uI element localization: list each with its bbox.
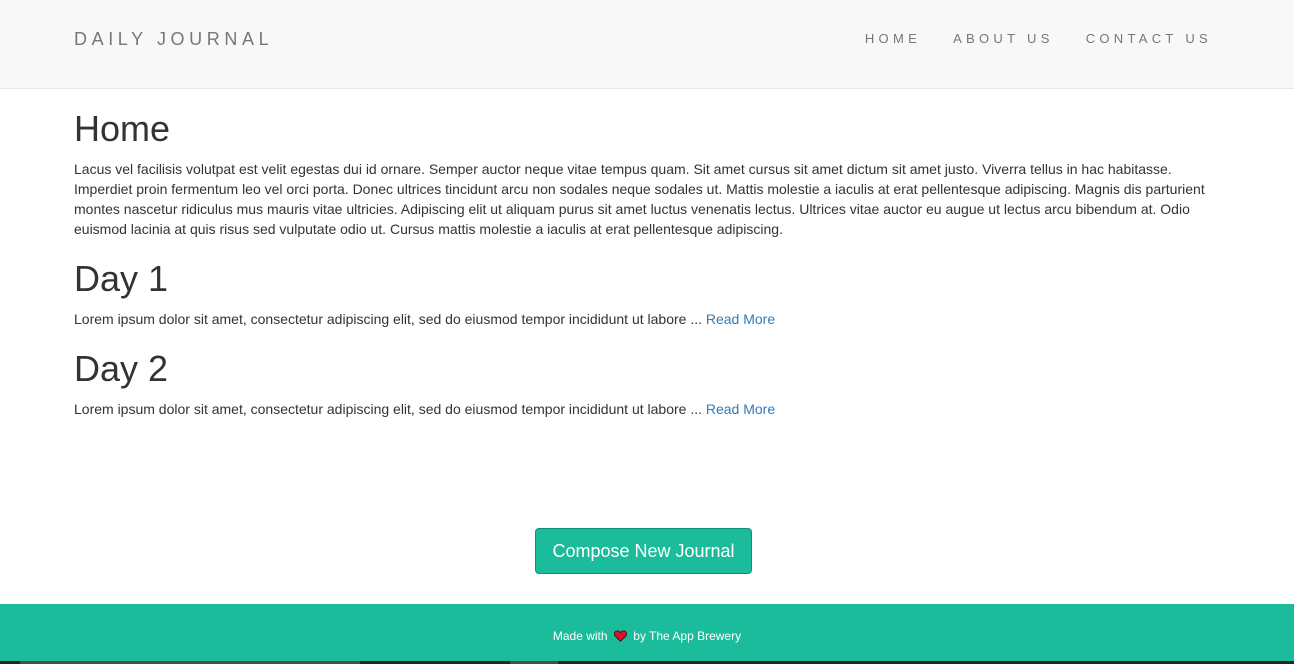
post-title: Day 1 bbox=[74, 258, 169, 299]
post-day-1: Day 1 Lorem ipsum dolor sit amet, consec… bbox=[74, 259, 1220, 329]
post-excerpt-text: Lorem ipsum dolor sit amet, consectetur … bbox=[74, 401, 706, 417]
footer-prefix: Made with bbox=[552, 629, 608, 643]
main-content: Home Lacus vel facilisis volutpat est ve… bbox=[74, 89, 1220, 429]
post-excerpt: Lorem ipsum dolor sit amet, consectetur … bbox=[74, 399, 1220, 419]
footer: Made with by The App Brewery bbox=[0, 604, 1294, 664]
footer-suffix: by The App Brewery bbox=[633, 629, 742, 643]
compose-new-journal-button[interactable]: Compose New Journal bbox=[535, 528, 752, 574]
post-title: Day 2 bbox=[74, 348, 169, 389]
page-title: Home bbox=[74, 108, 171, 149]
brand-logo[interactable]: DAILY JOURNAL bbox=[74, 29, 273, 49]
footer-credit: Made with by The App Brewery bbox=[553, 629, 741, 645]
nav-contact-link[interactable]: CONTACT US bbox=[1086, 31, 1212, 47]
heart-icon bbox=[613, 630, 627, 645]
heart-icon-svg bbox=[613, 630, 627, 642]
nav-home-link[interactable]: HOME bbox=[865, 31, 921, 47]
nav-about-link[interactable]: ABOUT US bbox=[953, 31, 1054, 47]
post-excerpt-text: Lorem ipsum dolor sit amet, consectetur … bbox=[74, 311, 706, 327]
nav-links: HOME ABOUT US CONTACT US bbox=[865, 31, 1212, 47]
home-body: Lacus vel facilisis volutpat est velit e… bbox=[74, 161, 1205, 237]
navbar: DAILY JOURNAL HOME ABOUT US CONTACT US bbox=[0, 0, 1294, 89]
read-more-link[interactable]: Read More bbox=[706, 401, 775, 417]
post-day-2: Day 2 Lorem ipsum dolor sit amet, consec… bbox=[74, 349, 1220, 419]
read-more-link[interactable]: Read More bbox=[706, 311, 775, 327]
post-excerpt: Lorem ipsum dolor sit amet, consectetur … bbox=[74, 309, 1220, 329]
